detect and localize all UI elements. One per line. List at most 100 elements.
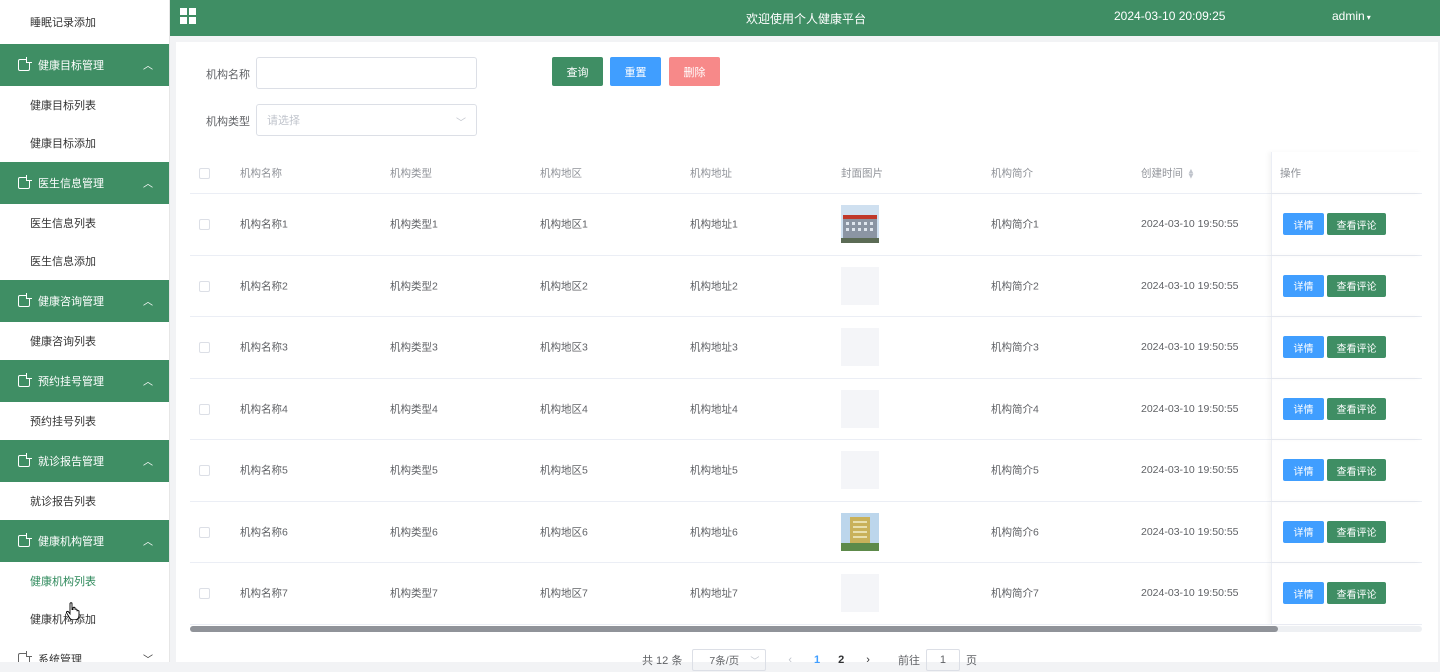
prev-page-button[interactable]: ‹ — [788, 654, 792, 666]
cell-created: 2024-03-10 19:50:55 — [1141, 587, 1239, 600]
sidebar-item-doctor-list[interactable]: 医生信息列表 — [0, 204, 169, 242]
cell-region: 机构地区6 — [540, 526, 588, 539]
cell-name: 机构名称2 — [240, 280, 288, 293]
col-header-region: 机构地区 — [540, 167, 582, 179]
sidebar-item-consult-list[interactable]: 健康咨询列表 — [0, 322, 169, 360]
next-page-button[interactable]: › — [866, 654, 870, 666]
row-checkbox[interactable] — [199, 342, 210, 354]
edit-icon — [18, 373, 32, 387]
detail-button[interactable]: 详情 — [1283, 397, 1324, 420]
view-review-button[interactable]: 查看评论 — [1327, 274, 1386, 297]
cover-image — [841, 574, 879, 613]
cover-image — [841, 451, 879, 490]
cover-image — [841, 512, 879, 551]
detail-button[interactable]: 详情 — [1283, 274, 1324, 297]
col-header-name: 机构名称 — [240, 167, 282, 179]
select-all-checkbox[interactable] — [199, 167, 210, 179]
reset-button[interactable]: 重置 — [610, 57, 661, 86]
sidebar-group-consult[interactable]: 健康咨询管理 ︿ — [0, 280, 169, 322]
view-review-button[interactable]: 查看评论 — [1327, 459, 1386, 482]
sort-icon[interactable]: ▲ ▼ — [1187, 167, 1195, 180]
scrollbar-thumb[interactable] — [190, 626, 1278, 632]
col-header-cover: 封面图片 — [841, 167, 883, 179]
chevron-up-icon: ︿ — [143, 179, 153, 190]
detail-button[interactable]: 详情 — [1283, 582, 1324, 605]
sidebar-item-health-goal-add[interactable]: 健康目标添加 — [0, 124, 169, 162]
sidebar-item-report-list[interactable]: 就诊报告列表 — [0, 482, 169, 520]
cell-created: 2024-03-10 19:50:55 — [1141, 464, 1239, 477]
name-filter-input[interactable] — [256, 57, 477, 89]
cell-name: 机构名称3 — [240, 341, 288, 354]
cell-type: 机构类型3 — [390, 341, 438, 354]
name-filter-label: 机构名称 — [206, 69, 250, 81]
cell-created: 2024-03-10 19:50:55 — [1141, 279, 1239, 292]
sidebar-item-institution-list[interactable]: 健康机构列表 — [0, 562, 169, 600]
row-checkbox[interactable] — [199, 403, 210, 415]
cell-name: 机构名称1 — [240, 218, 288, 231]
cell-intro: 机构简介4 — [991, 403, 1039, 416]
view-review-button[interactable]: 查看评论 — [1327, 582, 1386, 605]
cell-intro: 机构简介6 — [991, 526, 1039, 539]
sidebar-item-health-goal-list[interactable]: 健康目标列表 — [0, 86, 169, 124]
cell-address: 机构地址5 — [690, 464, 738, 477]
top-bar: 欢迎使用个人健康平台 2024-03-10 20:09:25 admin ▾ — [170, 0, 1440, 36]
view-review-button[interactable]: 查看评论 — [1327, 336, 1386, 359]
cell-name: 机构名称7 — [240, 587, 288, 600]
detail-button[interactable]: 详情 — [1283, 520, 1324, 543]
cell-intro: 机构简介7 — [991, 587, 1039, 600]
table-header: 机构名称 机构类型 机构地区 机构地址 封面图片 机构简介 创建时间 ▲ ▼ 操作 — [190, 152, 1422, 194]
row-checkbox[interactable] — [199, 526, 210, 538]
row-checkbox[interactable] — [199, 465, 210, 477]
detail-button[interactable]: 详情 — [1283, 336, 1324, 359]
sidebar-group-health-goal[interactable]: 健康目标管理 ︿ — [0, 44, 169, 86]
row-checkbox[interactable] — [199, 219, 210, 231]
edit-icon — [18, 453, 32, 467]
sidebar-item-appointment-list[interactable]: 预约挂号列表 — [0, 402, 169, 440]
cell-address: 机构地址6 — [690, 526, 738, 539]
chevron-up-icon: ︿ — [143, 537, 153, 548]
col-header-created[interactable]: 创建时间 ▲ ▼ — [1141, 165, 1195, 180]
cell-region: 机构地区2 — [540, 280, 588, 293]
cell-intro: 机构简介5 — [991, 464, 1039, 477]
detail-button[interactable]: 详情 — [1283, 459, 1324, 482]
page-size-select[interactable]: 7条/页 ﹀ — [692, 649, 767, 671]
view-review-button[interactable]: 查看评论 — [1327, 520, 1386, 543]
delete-button[interactable]: 删除 — [669, 57, 720, 86]
menu-grid-icon[interactable] — [180, 8, 196, 24]
sidebar-group-appointment[interactable]: 预约挂号管理 ︿ — [0, 360, 169, 402]
cover-image — [841, 266, 879, 305]
cell-region: 机构地区5 — [540, 464, 588, 477]
sidebar-item-doctor-add[interactable]: 医生信息添加 — [0, 242, 169, 280]
detail-button[interactable]: 详情 — [1283, 213, 1324, 236]
sidebar: 睡眠记录添加 健康目标管理 ︿ 健康目标列表 健康目标添加 医生信息管理 ︿ 医… — [0, 0, 170, 662]
sidebar-item-sleep-add[interactable]: 睡眠记录添加 — [0, 0, 169, 44]
sidebar-item-institution-add[interactable]: 健康机构添加 — [0, 600, 169, 638]
cover-image — [841, 205, 879, 244]
type-filter-select[interactable]: 请选择 ﹀ — [256, 104, 477, 136]
sidebar-group-institution[interactable]: 健康机构管理 ︿ — [0, 520, 169, 562]
chevron-up-icon: ︿ — [143, 377, 153, 388]
view-review-button[interactable]: 查看评论 — [1327, 213, 1386, 236]
page-1-button[interactable]: 1 — [814, 654, 820, 666]
cell-intro: 机构简介2 — [991, 280, 1039, 293]
sidebar-group-system[interactable]: 系统管理 ﹀ — [0, 638, 169, 662]
col-header-intro: 机构简介 — [991, 167, 1033, 179]
sidebar-group-doctor[interactable]: 医生信息管理 ︿ — [0, 162, 169, 204]
row-checkbox[interactable] — [199, 280, 210, 292]
view-review-button[interactable]: 查看评论 — [1327, 397, 1386, 420]
cell-region: 机构地区3 — [540, 341, 588, 354]
goto-page-input[interactable]: 1 — [925, 649, 960, 671]
cell-address: 机构地址1 — [690, 218, 738, 231]
row-checkbox[interactable] — [199, 588, 210, 600]
cell-created: 2024-03-10 19:50:55 — [1141, 402, 1239, 415]
cell-address: 机构地址7 — [690, 587, 738, 600]
cover-image — [841, 389, 879, 428]
chevron-up-icon: ︿ — [143, 297, 153, 308]
cell-region: 机构地区7 — [540, 587, 588, 600]
page-2-button[interactable]: 2 — [838, 654, 844, 666]
user-menu[interactable]: admin ▾ — [1332, 9, 1371, 23]
sidebar-group-report[interactable]: 就诊报告管理 ︿ — [0, 440, 169, 482]
table-horizontal-scrollbar[interactable] — [190, 626, 1422, 632]
current-datetime: 2024-03-10 20:09:25 — [1114, 9, 1226, 23]
query-button[interactable]: 查询 — [552, 57, 603, 86]
